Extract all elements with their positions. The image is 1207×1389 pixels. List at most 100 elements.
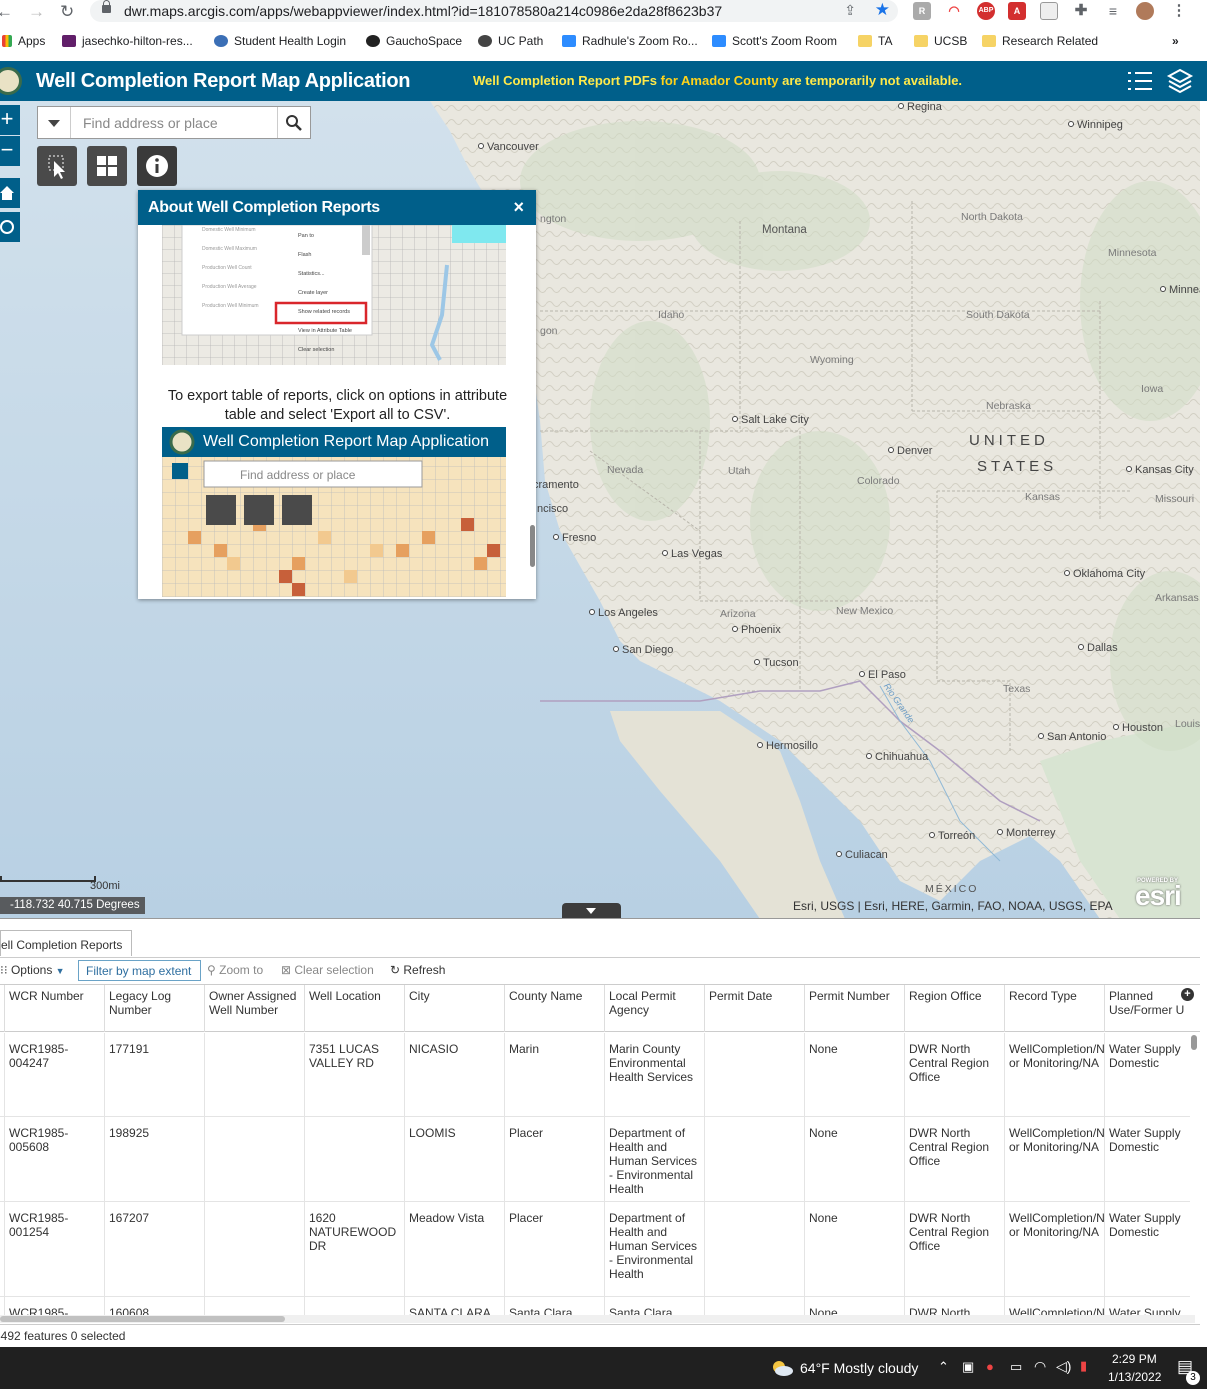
weather-cloud-icon (773, 1361, 793, 1376)
pdf-extension-icon[interactable]: A (1008, 2, 1026, 20)
battery-icon[interactable]: ▭ (1010, 1359, 1022, 1375)
weather-text[interactable]: 64°F Mostly cloudy (800, 1360, 918, 1376)
extension-rainbow-icon[interactable]: ◠ (945, 2, 963, 20)
bookmark-folder-research[interactable]: Research Related (982, 34, 1098, 48)
about-button[interactable] (137, 146, 177, 186)
select-tool-button[interactable] (37, 146, 77, 186)
map-label-vancouver: Vancouver (478, 141, 539, 153)
volume-icon[interactable]: ◁) (1056, 1358, 1071, 1375)
refresh-icon: ↻ (390, 963, 404, 977)
menu-kebab-icon[interactable]: ⋮ (1170, 2, 1188, 20)
panel-scrollbar[interactable] (530, 525, 535, 567)
search-source-dropdown[interactable] (38, 107, 71, 138)
wifi-icon[interactable]: ◠ (1034, 1358, 1046, 1375)
bookmark-gauchospace[interactable]: GauchoSpace (366, 34, 462, 48)
filter-by-map-extent-button[interactable]: Filter by map extent (78, 960, 201, 981)
tray-chevron-icon[interactable]: ⌃ (938, 1359, 949, 1375)
search-input[interactable] (72, 107, 277, 138)
profile-avatar[interactable] (1136, 2, 1154, 20)
table-tab-well-completion-reports[interactable]: ell Completion Reports (0, 930, 132, 956)
table-cell: DWR North Central Region Office (904, 1033, 1004, 1116)
attribute-table-toggle[interactable] (562, 903, 621, 919)
map-label-montana: Montana (762, 224, 807, 236)
column-header[interactable]: County Name (504, 985, 604, 1032)
table-row[interactable]: WCR1985-005608 198925 LOOMIS Placer Departme… (0, 1117, 1190, 1202)
column-header[interactable]: Well Location (304, 985, 404, 1032)
horizontal-scroll-thumb[interactable] (0, 1316, 285, 1322)
panel-close-button[interactable]: × (513, 197, 524, 218)
home-icon (0, 186, 14, 200)
extensions-puzzle-icon[interactable]: ✚ (1072, 2, 1090, 20)
map-label-louis: Louis (1175, 718, 1200, 730)
table-cell: WellCompletion/N or Monitoring/NA (1004, 1033, 1104, 1116)
map-label-iowa: Iowa (1141, 383, 1164, 395)
reading-list-icon[interactable]: ≡ (1104, 2, 1122, 20)
table-vertical-scrollbar[interactable] (1191, 1035, 1197, 1050)
bookmark-apps[interactable]: Apps (2, 34, 45, 48)
thumbnail-menu-item: Clear selection (298, 347, 335, 353)
thumbnail-menu-item: Show related records (298, 309, 350, 315)
meet-now-icon[interactable]: ▣ (962, 1359, 974, 1375)
map-label-texas: Texas (1003, 683, 1031, 695)
map-label-hermosillo: Hermosillo (757, 740, 818, 752)
table-cell (204, 1202, 304, 1296)
clock-time[interactable]: 2:29 PM (1112, 1352, 1157, 1366)
home-button[interactable] (0, 178, 20, 208)
column-header[interactable]: Planned Use/Former U (1104, 985, 1190, 1032)
adblock-icon[interactable]: ABP (977, 2, 995, 20)
address-bar[interactable]: dwr.maps.arcgis.com/apps/webappviewer/in… (90, 0, 898, 22)
column-header[interactable]: Region Office (904, 985, 1004, 1032)
table-horizontal-scrollbar[interactable] (0, 1315, 1195, 1323)
table-row[interactable]: WCR1985-004247 177191 7351 LUCAS VALLEY RD… (0, 1033, 1190, 1117)
column-header[interactable]: Permit Date (704, 985, 804, 1032)
extension-r-icon[interactable]: R (913, 2, 931, 20)
clock-date[interactable]: 1/13/2022 (1108, 1370, 1161, 1384)
bookmark-star-icon[interactable]: ★ (875, 0, 890, 20)
reload-icon[interactable]: ↻ (60, 2, 74, 22)
column-header[interactable]: Legacy Log Number (104, 985, 204, 1032)
share-icon[interactable]: ⇪ (844, 2, 856, 19)
forward-icon[interactable]: → (28, 2, 45, 22)
column-header[interactable]: City (404, 985, 504, 1032)
app-tray-icon[interactable]: ▮ (1080, 1358, 1087, 1374)
select-cursor-icon (48, 155, 65, 179)
column-header[interactable]: Owner Assigned Well Number (204, 985, 304, 1032)
bookmark-scott-zoom[interactable]: Scott's Zoom Room (712, 34, 837, 48)
map-label-tucson: Tucson (754, 657, 799, 669)
column-header[interactable]: Record Type (1004, 985, 1104, 1032)
widget-grid-button[interactable] (87, 146, 127, 186)
refresh-button[interactable]: ↻ Refresh (390, 963, 445, 977)
zoom-to-button[interactable]: ⚲ Zoom to (207, 963, 263, 977)
bookmark-ucpath[interactable]: UC Path (478, 34, 543, 48)
legend-list-icon[interactable] (1126, 69, 1154, 93)
zoom-out-button[interactable]: − (0, 136, 20, 166)
column-header[interactable]: Local Permit Agency (604, 985, 704, 1032)
table-row[interactable]: WCR1985-001254 167207 1620 NATUREWOOD DR Me… (0, 1202, 1190, 1297)
document-extension-icon[interactable] (1040, 2, 1058, 20)
bookmark-jasechko[interactable]: jasechko-hilton-res... (62, 34, 193, 48)
back-icon[interactable]: ← (0, 2, 13, 22)
zoom-in-button[interactable]: + (0, 105, 20, 135)
search-button[interactable] (277, 107, 310, 138)
map-label-houston: Houston (1113, 722, 1163, 734)
bookmark-radhule-zoom[interactable]: Radhule's Zoom Ro... (562, 34, 698, 48)
clear-selection-button[interactable]: ⊠ Clear selection (281, 963, 374, 977)
apps-grid-icon (2, 35, 12, 47)
locate-button[interactable] (0, 212, 20, 242)
column-header[interactable]: Permit Number (804, 985, 904, 1032)
column-header[interactable]: WCR Number (4, 985, 104, 1032)
bookmark-folder-ucsb[interactable]: UCSB (914, 34, 967, 48)
table-cell: Placer (504, 1117, 604, 1201)
options-menu[interactable]: ⁝⁝ Options ▼ (0, 963, 65, 977)
layers-icon[interactable] (1166, 67, 1194, 95)
thumbnail-menu-item: Create layer (298, 290, 328, 296)
table-cell: WCR1985-004247 (4, 1033, 104, 1116)
table-row[interactable]: WCR1985- 160608 SANTA CLARA Santa Clara Sant… (0, 1297, 1190, 1315)
bookmark-student-health[interactable]: Student Health Login (214, 34, 346, 48)
bookmark-folder-ta[interactable]: TA (858, 34, 892, 48)
network-error-icon[interactable]: ● (986, 1359, 994, 1374)
about-panel: About Well Completion Reports × Domestic… (138, 190, 536, 599)
map-label-nevada: Nevada (607, 464, 644, 476)
bookmarks-more[interactable]: » (1172, 34, 1179, 48)
map-label-minnea: Minnea (1160, 284, 1200, 296)
